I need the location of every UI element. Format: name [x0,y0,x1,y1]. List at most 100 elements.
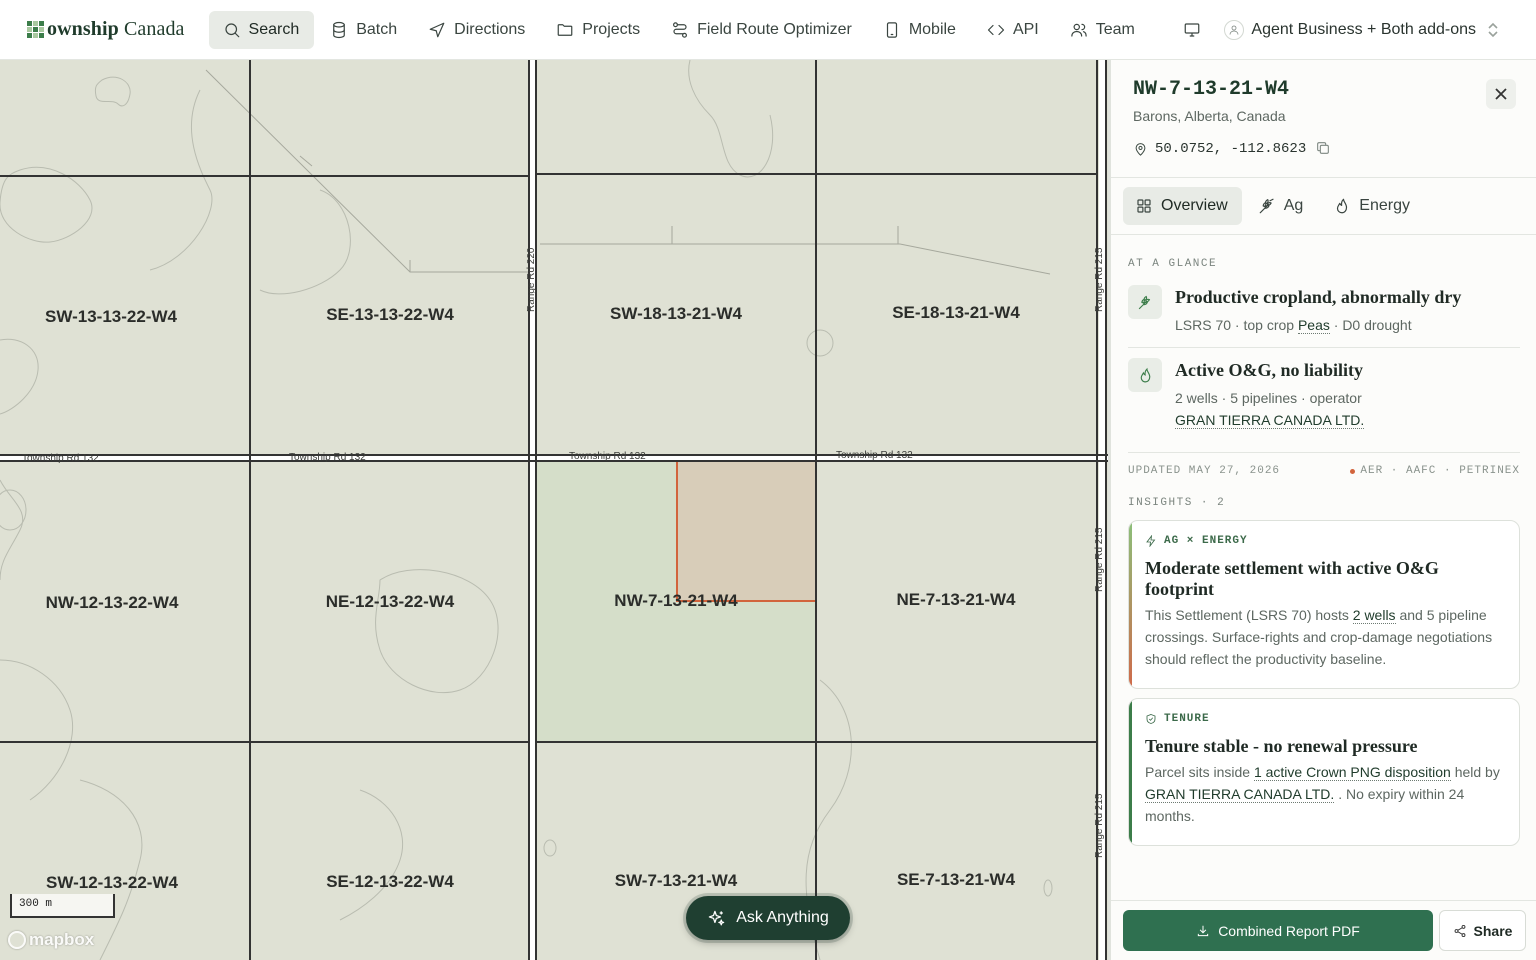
parcel-label[interactable]: NE-12-13-22-W4 [326,592,455,612]
nav-label: Field Route Optimizer [697,20,852,38]
map-pin-icon [1135,142,1146,156]
road-label: Range Rd 220 [526,247,537,313]
parcel-title: NW-7-13-21-W4 [1133,78,1290,101]
mapbox-logo-icon [8,931,26,949]
glance-title: Active O&G, no liability [1175,360,1363,380]
route-icon [673,21,688,38]
nav-batch[interactable]: Batch [316,11,412,49]
data-freshness: UPDATED MAY 27, 2026 AER · AAFC · PETRIN… [1128,465,1520,477]
nav-label: Directions [454,20,526,38]
disposition-link[interactable]: 1 active Crown PNG disposition [1253,764,1451,781]
brand-logo[interactable]: ownship Canada [27,10,185,50]
parcel-label[interactable]: SW-13-13-22-W4 [45,307,177,327]
parcel-label[interactable]: SW-12-13-22-W4 [46,873,178,893]
copy-coordinates-button[interactable] [1315,140,1333,158]
insight-body: Parcel sits inside 1 active Crown PNG di… [1145,764,1500,824]
insight-body: This Settlement (LSRS 70) hosts 2 wells … [1145,607,1493,667]
insight-card-ag-energy[interactable]: AG × ENERGY Moderate settlement with act… [1128,520,1520,689]
account-switcher[interactable]: Agent Business + Both add-ons [1224,20,1500,40]
search-icon [224,22,239,37]
user-icon [1230,25,1239,35]
tab-overview[interactable]: Overview [1123,187,1242,225]
insight-title: Tenure stable - no renewal pressure [1145,736,1418,756]
coordinates-value: 50.0752, -112.8623 [1155,141,1307,157]
code-icon [987,24,1005,35]
ask-anything-label: Ask Anything [736,909,829,926]
flame-icon [1337,198,1348,214]
insights-heading: INSIGHTS · 2 [1128,497,1226,509]
divider [1128,452,1520,453]
nav-projects[interactable]: Projects [542,11,655,49]
account-label: Agent Business + Both add-ons [1251,21,1476,38]
folder-icon [557,23,573,36]
combined-report-button[interactable]: Combined Report PDF [1123,910,1433,951]
parcel-label[interactable]: SE-7-13-21-W4 [897,870,1015,890]
road-label: Township Rd 132 [289,452,366,463]
sparkles-icon [708,910,725,925]
share-icon [1454,924,1465,937]
road-label: Range Rd 215 [1094,247,1105,313]
nav-label: Projects [582,20,641,38]
nav-api[interactable]: API [973,11,1054,49]
status-dot-icon [1350,468,1356,474]
grid-icon [1137,199,1151,213]
zap-icon [1146,535,1156,547]
updated-date: UPDATED MAY 27, 2026 [1128,465,1281,477]
operator-link[interactable]: GRAN TIERRA CANADA LTD. [1175,412,1365,429]
main-nav: Search Batch Directions Projects Field R… [208,0,1152,60]
tab-ag[interactable]: Ag [1246,187,1318,225]
parcel-label[interactable]: SE-13-13-22-W4 [326,305,454,325]
glance-item-energy: Active O&G, no liability 2 wells · 5 pip… [1128,358,1520,431]
wheat-icon [1259,198,1274,214]
top-crop-link[interactable]: Peas [1297,317,1330,334]
parcel-label[interactable]: NW-12-13-22-W4 [46,593,179,613]
close-panel-button[interactable] [1486,79,1516,109]
brand-grid-icon [27,21,44,38]
map-canvas[interactable]: SW-13-13-22-W4 SE-13-13-22-W4 SW-18-13-2… [0,60,1108,960]
nav-field-route-optimizer[interactable]: Field Route Optimizer [657,11,867,49]
glance-ag-icon-box [1128,285,1162,319]
users-icon [1071,23,1087,37]
top-nav-bar: ownship Canada Search Batch Directions P… [0,0,1536,60]
insight-tag: AG × ENERGY [1145,535,1503,547]
parcel-label[interactable]: SW-18-13-21-W4 [610,304,742,324]
nav-label: Search [248,20,300,38]
parcel-label-selected[interactable]: NW-7-13-21-W4 [614,591,737,611]
parcel-label[interactable]: NE-7-13-21-W4 [896,590,1015,610]
insight-tag: TENURE [1145,713,1503,725]
chevron-up-down-icon [1488,22,1498,38]
close-icon [1495,88,1507,100]
glance-item-ag: Productive cropland, abnormally dry LSRS… [1128,285,1520,336]
brand-name: ownship Canada [47,18,185,40]
data-sources: AER · AAFC · PETRINEX [1350,465,1520,477]
mobile-icon [886,21,897,38]
share-button[interactable]: Share [1439,910,1526,951]
wheat-icon [1138,295,1150,309]
shield-check-icon [1146,714,1156,724]
nav-directions[interactable]: Directions [414,11,540,49]
road-label: Township Rd 132 [836,450,913,461]
parcel-coordinates: 50.0752, -112.8623 [1133,140,1333,158]
nav-right: Agent Business + Both add-ons [1174,11,1500,49]
wells-link[interactable]: 2 wells [1352,607,1396,624]
database-icon [333,21,346,38]
parcel-label[interactable]: SE-18-13-21-W4 [892,303,1020,323]
flame-icon [1140,367,1150,382]
insight-card-tenure[interactable]: TENURE Tenure stable - no renewal pressu… [1128,698,1520,846]
display-toggle-button[interactable] [1174,12,1210,48]
nav-search[interactable]: Search [208,10,315,49]
mapbox-logo[interactable]: mapbox [8,930,94,950]
parcel-label[interactable]: SW-7-13-21-W4 [615,871,737,891]
download-icon [1198,925,1209,936]
tab-energy[interactable]: Energy [1321,187,1424,225]
divider [1128,347,1520,348]
nav-team[interactable]: Team [1056,11,1150,49]
panel-footer: Combined Report PDF Share [1111,900,1536,960]
holder-link[interactable]: GRAN TIERRA CANADA LTD. [1145,786,1335,803]
parcel-detail-panel: NW-7-13-21-W4 Barons, Alberta, Canada 50… [1108,60,1536,960]
ask-anything-button[interactable]: Ask Anything [686,896,850,940]
road-label: Range Rd 215 [1094,527,1105,593]
parcel-label[interactable]: SE-12-13-22-W4 [326,872,454,892]
nav-label: Mobile [908,20,956,38]
nav-mobile[interactable]: Mobile [869,11,971,49]
